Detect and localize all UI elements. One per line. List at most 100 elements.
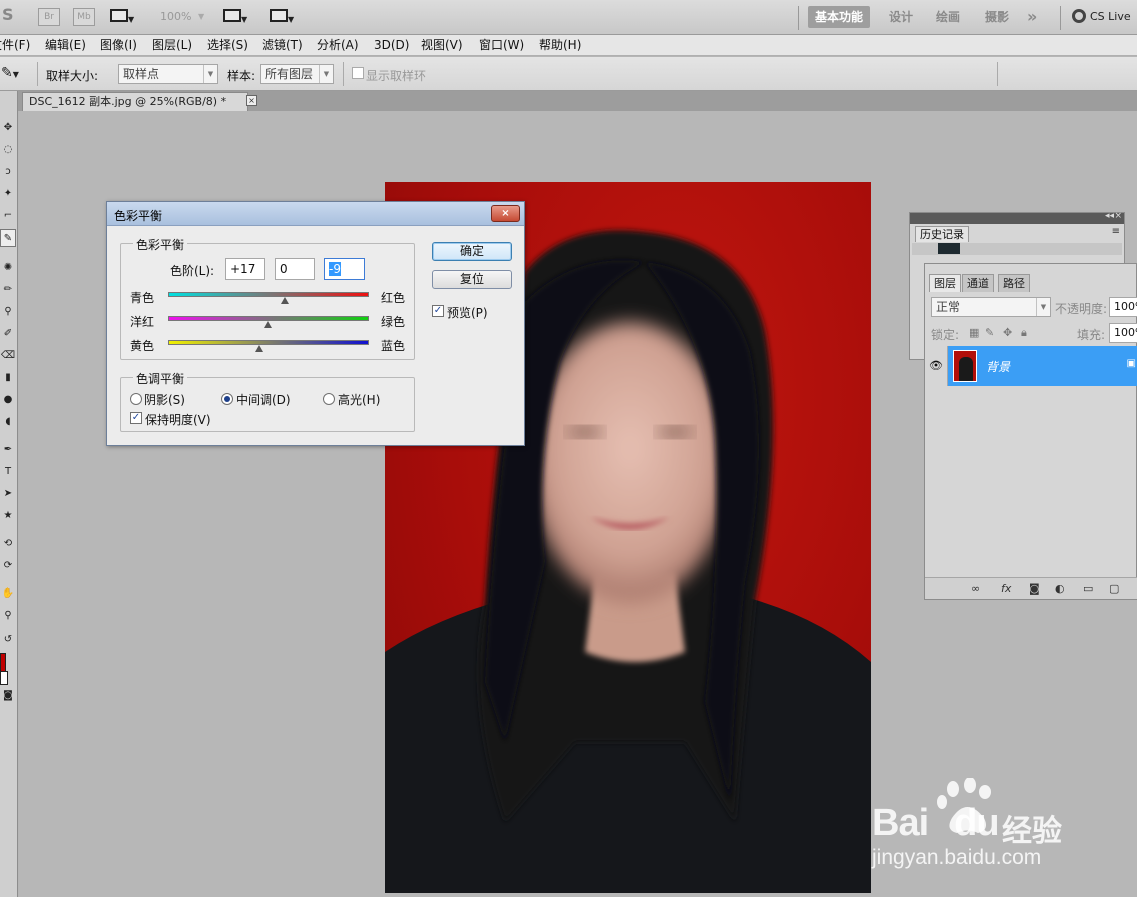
radio-shadows-label[interactable]: 阴影(S) [144, 391, 185, 408]
menu-image[interactable]: 图像(I) [100, 37, 137, 54]
menu-3d[interactable]: 3D(D) [374, 37, 409, 54]
close-icon[interactable]: × [246, 95, 257, 106]
workspace-tab-essentials[interactable]: 基本功能 [808, 6, 871, 28]
blur-tool-icon[interactable]: ● [0, 391, 16, 409]
lock-all-icon[interactable]: 🔒︎ [1021, 326, 1027, 340]
sample-size-select[interactable]: 取样点 ▼ [118, 64, 218, 84]
panel-menu-icon[interactable]: ≡ [1112, 226, 1120, 237]
preserve-luminosity-checkbox[interactable]: ✓ [130, 412, 142, 424]
sample-select[interactable]: 所有图层 ▼ [260, 64, 334, 84]
menu-edit[interactable]: 编辑(E) [45, 37, 86, 54]
history-brush-tool-icon[interactable]: ✐ [0, 325, 16, 343]
history-tab[interactable]: 历史记录 [915, 226, 969, 242]
radio-highlights[interactable] [323, 393, 335, 405]
close-icon[interactable]: × [491, 205, 520, 222]
workspace-tab-painting[interactable]: 绘画 [929, 6, 967, 28]
fill-input[interactable]: 100% [1109, 323, 1137, 343]
radio-highlights-label[interactable]: 高光(H) [338, 391, 380, 408]
workspace-tab-design[interactable]: 设计 [882, 6, 920, 28]
eyedropper-tool-icon[interactable]: ✎ [0, 229, 16, 247]
panel-header-bar[interactable]: ◂◂ × [910, 211, 1124, 224]
screen-mode-button[interactable]: ▼ [270, 9, 304, 27]
marquee-tool-icon[interactable]: ◌ [0, 141, 16, 159]
slider-thumb-cyan-red[interactable] [281, 297, 289, 304]
menu-select[interactable]: 选择(S) [207, 37, 248, 54]
level-input-magenta-green[interactable]: 0 [275, 258, 315, 280]
lasso-tool-icon[interactable]: ↄ [0, 163, 16, 181]
collapse-panel-icon[interactable]: ◂◂ [1105, 211, 1114, 221]
3d-rotate-tool-icon[interactable]: ⟲ [0, 535, 16, 553]
add-mask-icon[interactable]: ◙ [1029, 582, 1040, 595]
tab-paths[interactable]: 路径 [998, 274, 1030, 292]
layer-name[interactable]: 背景 [986, 358, 1010, 375]
slider-thumb-yellow-blue[interactable] [255, 345, 263, 352]
tab-layers[interactable]: 图层 [929, 274, 961, 292]
cslive-button[interactable]: CS Live [1072, 8, 1131, 26]
gradient-tool-icon[interactable]: ▮ [0, 369, 16, 387]
slider-thumb-magenta-green[interactable] [264, 321, 272, 328]
arrange-documents-button[interactable]: ▼ [223, 9, 257, 27]
menu-file[interactable]: 文件(F) [0, 37, 30, 54]
background-color-swatch[interactable] [0, 671, 8, 685]
preserve-luminosity-label[interactable]: 保持明度(V) [145, 411, 211, 428]
view-extras-button[interactable]: ▼ [110, 9, 140, 27]
eraser-tool-icon[interactable]: ⌫ [0, 347, 16, 365]
minibridge-button[interactable]: Mb [73, 8, 95, 26]
blend-mode-select[interactable]: 正常 ▼ [931, 297, 1051, 317]
slider-yellow-blue[interactable] [168, 340, 369, 345]
adjustment-layer-icon[interactable]: ◐ [1055, 582, 1065, 595]
radio-midtones[interactable] [221, 393, 233, 405]
menu-layer[interactable]: 图层(L) [152, 37, 192, 54]
layer-row-background[interactable]: 👁︎ 背景 ▣ [925, 346, 1137, 386]
preview-checkbox[interactable]: ✓ [432, 305, 444, 317]
stamp-tool-icon[interactable]: ⚲ [0, 303, 16, 321]
quick-select-tool-icon[interactable]: ✦ [0, 185, 16, 203]
level-input-cyan-red[interactable]: +17 [225, 258, 265, 280]
crop-tool-icon[interactable]: ⌐ [0, 207, 16, 225]
zoom-level-select[interactable]: 100% [160, 8, 191, 26]
swap-colors-icon[interactable]: ↺ [0, 631, 16, 649]
3d-orbit-tool-icon[interactable]: ⟳ [0, 557, 16, 575]
tab-channels[interactable]: 通道 [962, 274, 994, 292]
hand-tool-icon[interactable]: ✋ [0, 585, 16, 603]
path-select-tool-icon[interactable]: ➤ [0, 485, 16, 503]
slider-cyan-red[interactable] [168, 292, 369, 297]
eyedropper-preset-icon[interactable]: ✎▼ [1, 65, 31, 83]
menu-filter[interactable]: 滤镜(T) [262, 37, 303, 54]
level-input-yellow-blue[interactable]: -9 [324, 258, 365, 280]
preview-label[interactable]: 预览(P) [447, 304, 488, 321]
move-tool-icon[interactable]: ✥ [0, 119, 16, 137]
shape-tool-icon[interactable]: ★ [0, 507, 16, 525]
radio-shadows[interactable] [130, 393, 142, 405]
menu-window[interactable]: 窗口(W) [479, 37, 524, 54]
workspace-tab-photography[interactable]: 摄影 [978, 6, 1016, 28]
dialog-title-bar[interactable]: 色彩平衡 × [107, 202, 524, 226]
lock-position-icon[interactable]: ✥ [1003, 326, 1012, 339]
new-group-icon[interactable]: ▭ [1083, 582, 1093, 595]
show-sampling-ring-checkbox[interactable] [352, 67, 364, 79]
layer-style-icon[interactable]: fx [1001, 582, 1011, 595]
menu-view[interactable]: 视图(V) [421, 37, 463, 54]
opacity-input[interactable]: 100% [1109, 297, 1137, 317]
dodge-tool-icon[interactable]: ◖ [0, 413, 16, 431]
brush-tool-icon[interactable]: ✏ [0, 281, 16, 299]
pen-tool-icon[interactable]: ✒ [0, 441, 16, 459]
menu-help[interactable]: 帮助(H) [539, 37, 581, 54]
quick-mask-icon[interactable]: ◙ [0, 687, 16, 705]
document-tab[interactable]: DSC_1612 副本.jpg @ 25%(RGB/8) * [22, 92, 248, 111]
menu-analysis[interactable]: 分析(A) [317, 37, 359, 54]
eye-icon[interactable]: 👁︎ [925, 346, 948, 386]
foreground-color-swatch[interactable] [0, 653, 6, 673]
ok-button[interactable]: 确定 [432, 242, 512, 261]
history-snapshot-row[interactable] [912, 243, 1122, 255]
healing-tool-icon[interactable]: ✺ [0, 259, 16, 277]
radio-midtones-label[interactable]: 中间调(D) [236, 391, 291, 408]
lock-transparency-icon[interactable]: ▦ [969, 326, 979, 339]
reset-button[interactable]: 复位 [432, 270, 512, 289]
close-panel-icon[interactable]: × [1114, 211, 1122, 221]
lock-pixels-icon[interactable]: ✎ [985, 326, 994, 339]
bridge-button[interactable]: Br [38, 8, 60, 26]
more-workspaces-button[interactable]: » [1020, 6, 1044, 28]
type-tool-icon[interactable]: T [0, 463, 16, 481]
zoom-tool-icon[interactable]: ⚲ [0, 607, 16, 625]
